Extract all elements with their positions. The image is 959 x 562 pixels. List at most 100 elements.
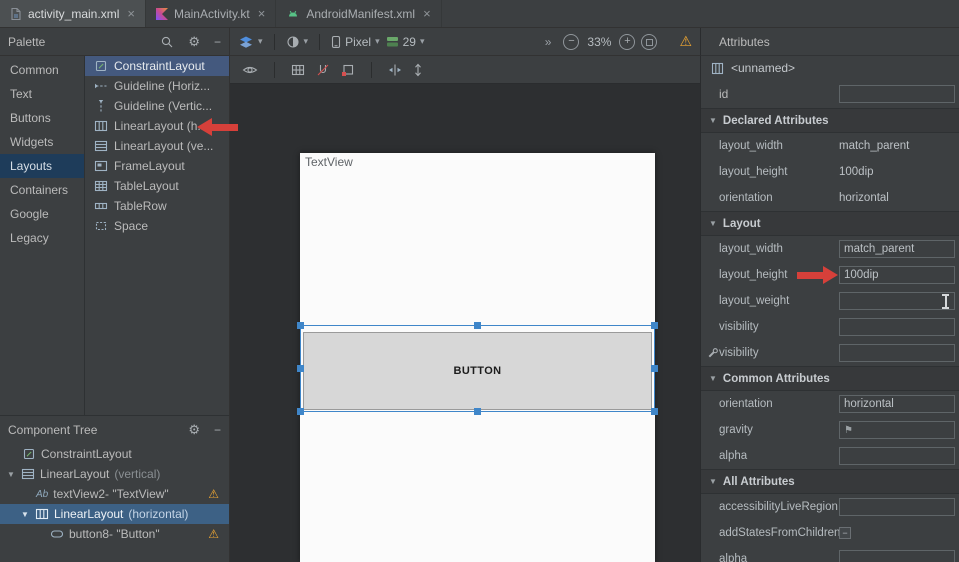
id-input[interactable] <box>839 85 955 103</box>
resize-handle-bottom-left[interactable] <box>297 408 304 415</box>
resize-handle-bottom-right[interactable] <box>651 408 658 415</box>
alpha-input[interactable] <box>839 550 955 562</box>
search-icon[interactable] <box>160 35 174 49</box>
button-icon <box>50 529 64 539</box>
default-margins-icon[interactable] <box>341 63 355 77</box>
zoom-to-fit-button[interactable] <box>641 34 657 50</box>
textview-ab-icon: Ab <box>36 489 48 500</box>
toolbar-overflow-icon[interactable]: » <box>545 35 552 49</box>
android-file-icon <box>286 8 300 20</box>
api-level-selector[interactable]: 29 ▾ <box>386 35 425 49</box>
tablelayout-icon <box>93 179 108 193</box>
component-grid-icon <box>711 62 724 75</box>
tree-item-linearlayout-horizontal[interactable]: ▼ LinearLayout(horizontal) <box>0 504 229 524</box>
blueprint-grid-icon[interactable] <box>291 63 305 77</box>
resize-handle-top-center[interactable] <box>474 322 481 329</box>
warning-icon: ⚠ <box>208 527 219 541</box>
warning-icon[interactable]: ⚠ <box>679 33 692 50</box>
zoom-in-button[interactable]: + <box>619 34 635 50</box>
warning-icon: ⚠ <box>208 487 219 501</box>
palette-item-guideline-horizontal[interactable]: Guideline (Horiz... <box>85 76 229 96</box>
section-layout[interactable]: ▼ Layout <box>701 211 959 236</box>
minimize-icon[interactable]: − <box>214 423 221 437</box>
layout-weight-input[interactable] <box>839 292 955 310</box>
text-cursor <box>941 294 950 309</box>
tab-activity-main-xml[interactable]: activity_main.xml × <box>0 0 146 27</box>
tools-visibility-input[interactable] <box>839 344 955 362</box>
tree-item-textview2[interactable]: Ab textView2- "TextView" ⚠ <box>0 484 229 504</box>
device-selector[interactable]: Pixel ▾ <box>331 35 380 49</box>
tree-item-constraintlayout[interactable]: ConstraintLayout <box>0 444 229 464</box>
attr-row: accessibilityLiveRegion <box>701 494 959 520</box>
tree-expand-icon[interactable]: ▼ <box>20 510 30 519</box>
close-icon[interactable]: × <box>258 6 266 21</box>
category-widgets[interactable]: Widgets <box>0 130 84 154</box>
category-text[interactable]: Text <box>0 82 84 106</box>
attr-row: layout_width match_parent <box>701 236 959 262</box>
annotation-arrow-layout-height <box>797 266 838 284</box>
tree-item-linearlayout-vertical[interactable]: ▼ LinearLayout(vertical) <box>0 464 229 484</box>
attr-value[interactable]: 100dip <box>839 159 874 185</box>
add-states-from-children-checkbox[interactable]: − <box>839 527 851 539</box>
resize-handle-middle-left[interactable] <box>297 365 304 372</box>
resize-handle-top-right[interactable] <box>651 322 658 329</box>
gravity-input[interactable]: ⚑ <box>839 421 955 439</box>
palette-item-linearlayout-vertical[interactable]: LinearLayout (ve... <box>85 136 229 156</box>
device-artboard[interactable]: TextView BUTTON <box>300 153 655 562</box>
tab-androidmanifest-xml[interactable]: AndroidManifest.xml × <box>276 0 441 27</box>
gear-icon[interactable]: ⚙ <box>188 34 200 50</box>
close-icon[interactable]: × <box>127 6 135 21</box>
alpha-input[interactable] <box>839 447 955 465</box>
section-all-attributes[interactable]: ▼ All Attributes <box>701 469 959 494</box>
palette-item-framelayout[interactable]: FrameLayout <box>85 156 229 176</box>
design-surface[interactable]: TextView BUTTON <box>230 84 700 562</box>
attr-value[interactable]: match_parent <box>839 133 909 159</box>
palette-header: Palette ⚙ − <box>0 28 230 56</box>
divider <box>371 62 372 78</box>
resize-handle-top-left[interactable] <box>297 322 304 329</box>
attr-value[interactable]: horizontal <box>839 185 889 211</box>
design-surface-selector[interactable]: ▾ <box>238 35 263 49</box>
layout-height-input[interactable]: 100dip <box>839 266 955 284</box>
category-google[interactable]: Google <box>0 202 84 226</box>
attr-row: layout_width match_parent <box>701 133 959 159</box>
layers-icon <box>238 35 254 49</box>
tree-expand-icon[interactable]: ▼ <box>6 470 16 479</box>
close-icon[interactable]: × <box>423 6 431 21</box>
attr-row: orientation horizontal <box>701 391 959 417</box>
tab-mainactivity-kt[interactable]: MainActivity.kt × <box>146 0 276 27</box>
linearlayout-horizontal-icon <box>93 119 108 133</box>
tree-item-button8[interactable]: button8- "Button" ⚠ <box>0 524 229 544</box>
category-legacy[interactable]: Legacy <box>0 226 84 250</box>
resize-handle-bottom-center[interactable] <box>474 408 481 415</box>
theme-selector[interactable]: ▾ <box>286 35 309 49</box>
orientation-input[interactable]: horizontal <box>839 395 955 413</box>
palette-item-guideline-vertical[interactable]: Guideline (Vertic... <box>85 96 229 116</box>
resize-handle-middle-right[interactable] <box>651 365 658 372</box>
palette-item-tablerow[interactable]: TableRow <box>85 196 229 216</box>
zoom-out-button[interactable]: − <box>563 34 579 50</box>
constraintlayout-icon <box>22 447 36 461</box>
selected-linearlayout[interactable]: BUTTON <box>300 325 655 412</box>
category-containers[interactable]: Containers <box>0 178 84 202</box>
visibility-input[interactable] <box>839 318 955 336</box>
section-common-attributes[interactable]: ▼ Common Attributes <box>701 366 959 391</box>
autoconnect-magnet-off-icon[interactable] <box>316 63 330 77</box>
palette-item-space[interactable]: Space <box>85 216 229 236</box>
category-common[interactable]: Common <box>0 58 84 82</box>
minimize-icon[interactable]: − <box>214 35 221 49</box>
view-options-eye-icon[interactable] <box>242 63 258 77</box>
align-distribute-icon[interactable] <box>388 63 402 77</box>
canvas-textview[interactable]: TextView <box>305 155 353 169</box>
accessibility-live-region-input[interactable] <box>839 498 955 516</box>
palette-item-constraintlayout[interactable]: ConstraintLayout <box>85 56 229 76</box>
palette-item-tablelayout[interactable]: TableLayout <box>85 176 229 196</box>
canvas-button[interactable]: BUTTON <box>303 332 652 410</box>
gear-icon[interactable]: ⚙ <box>188 422 200 438</box>
category-layouts[interactable]: Layouts <box>0 154 84 178</box>
section-declared-attributes[interactable]: ▼ Declared Attributes <box>701 108 959 133</box>
category-buttons[interactable]: Buttons <box>0 106 84 130</box>
guideline-vertical-icon <box>93 99 108 113</box>
expand-vertical-icon[interactable] <box>413 63 423 77</box>
layout-width-input[interactable]: match_parent <box>839 240 955 258</box>
